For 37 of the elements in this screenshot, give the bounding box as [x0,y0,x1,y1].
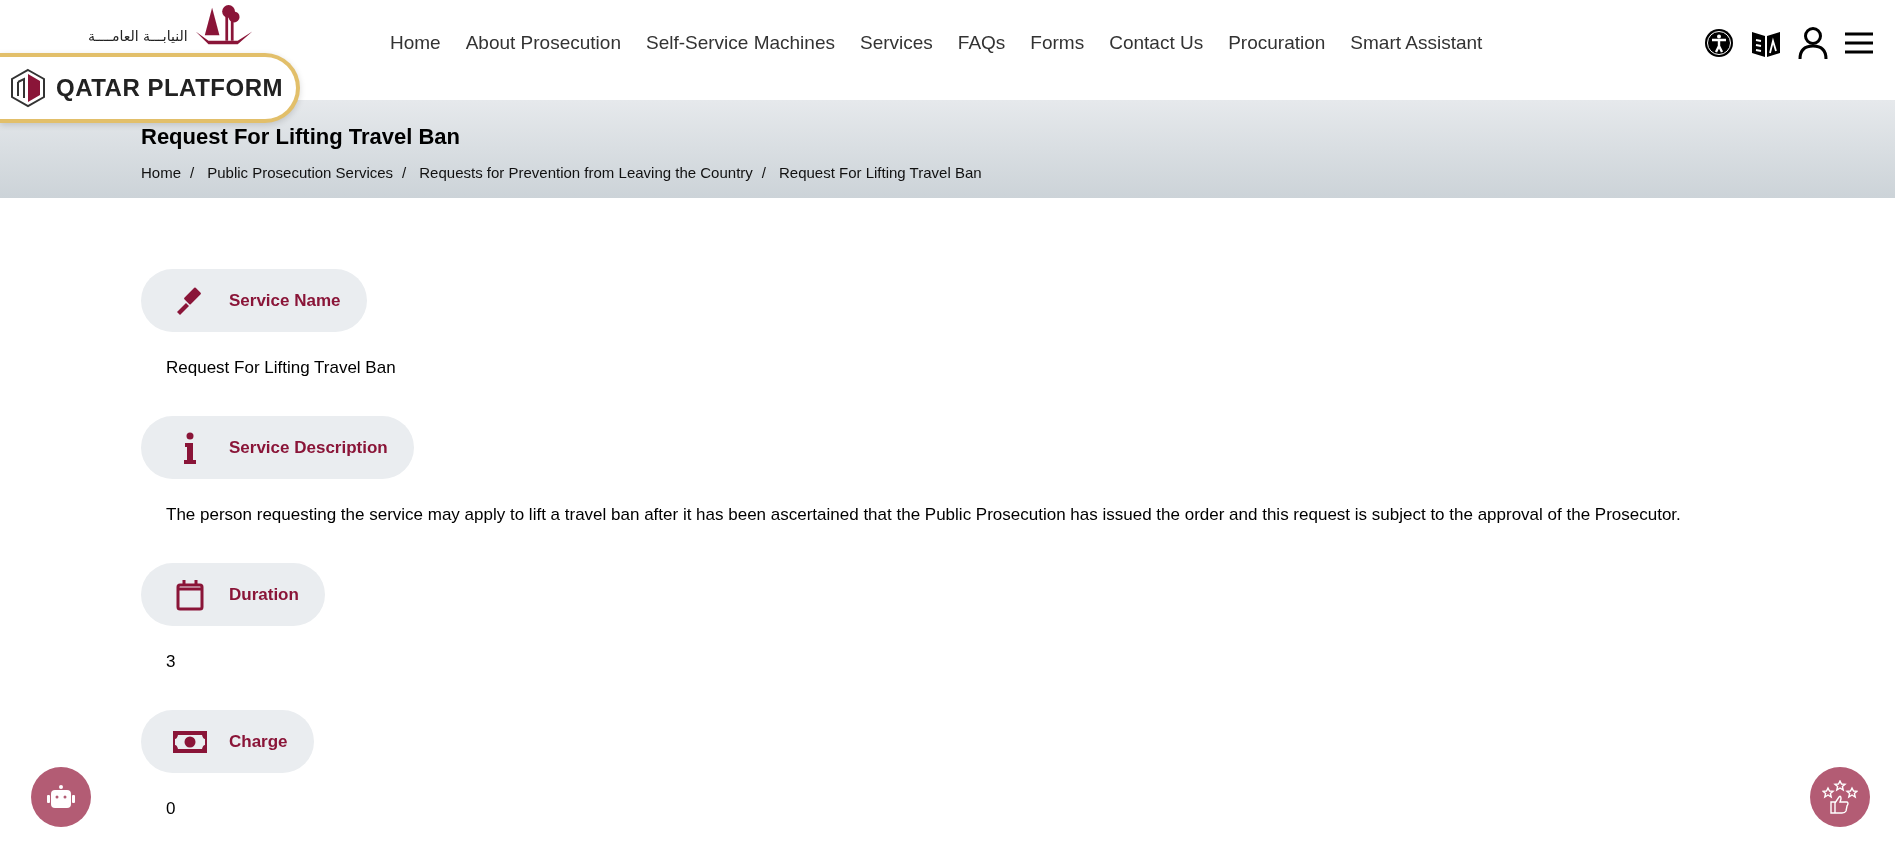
breadcrumb-link[interactable]: Home [141,164,181,181]
platform-name: QATAR PLATFORM [56,74,283,102]
breadcrumb-link[interactable]: Request For Lifting Travel Ban [778,164,982,181]
section-value: 0 [166,798,177,820]
chatbot-button[interactable] [31,767,91,827]
logo-text: النيابـــة العامــــة [88,28,188,44]
nav-link[interactable]: Contact Us [1109,32,1204,54]
accessibility-icon[interactable] [1704,28,1734,58]
nav-link[interactable]: Home [390,32,441,54]
section-heading: Duration [141,563,325,626]
breadcrumb-link[interactable]: Public Prosecution Services [207,164,394,181]
section-value: The person requesting the service may apply to lift a travel ban after it has been ascertained that the Public Prosecution has issued the order and this request is subject to the approval of the Prosecutor. [166,504,1682,526]
nav-link[interactable]: Forms [1030,32,1085,54]
cube-logo-icon [10,68,46,108]
section-heading: Charge [141,710,314,773]
platform-badge[interactable]: QATAR PLATFORM [0,53,300,123]
breadcrumb-link[interactable]: Requests for Prevention from Leaving the Country [419,164,753,181]
section-heading: Service Description [141,416,414,479]
section-value: Request For Lifting Travel Ban [166,357,397,379]
nav-link[interactable]: Self-Service Machines [645,32,835,54]
user-icon[interactable] [1798,26,1828,60]
breadcrumb-separator: / [402,164,407,181]
nav-link[interactable]: Services [860,32,933,54]
section-value: 3 [166,651,177,673]
nav-link[interactable]: Procuration [1228,32,1326,54]
section-heading: Service Name [141,269,367,332]
rating-button[interactable] [1810,767,1870,827]
nav-link[interactable]: Smart Assistant [1350,32,1483,54]
breadcrumb-separator: / [761,164,766,181]
nav-link[interactable]: FAQs [957,32,1006,54]
menu-icon[interactable] [1844,31,1874,55]
robot-icon [46,784,76,810]
nav-link[interactable]: About Prosecution [465,32,621,54]
page-title: Request For Lifting Travel Ban [141,124,462,150]
thumbs-up-stars-icon [1822,780,1858,814]
banknote-icon [173,730,207,753]
breadcrumb-separator: / [190,164,195,181]
